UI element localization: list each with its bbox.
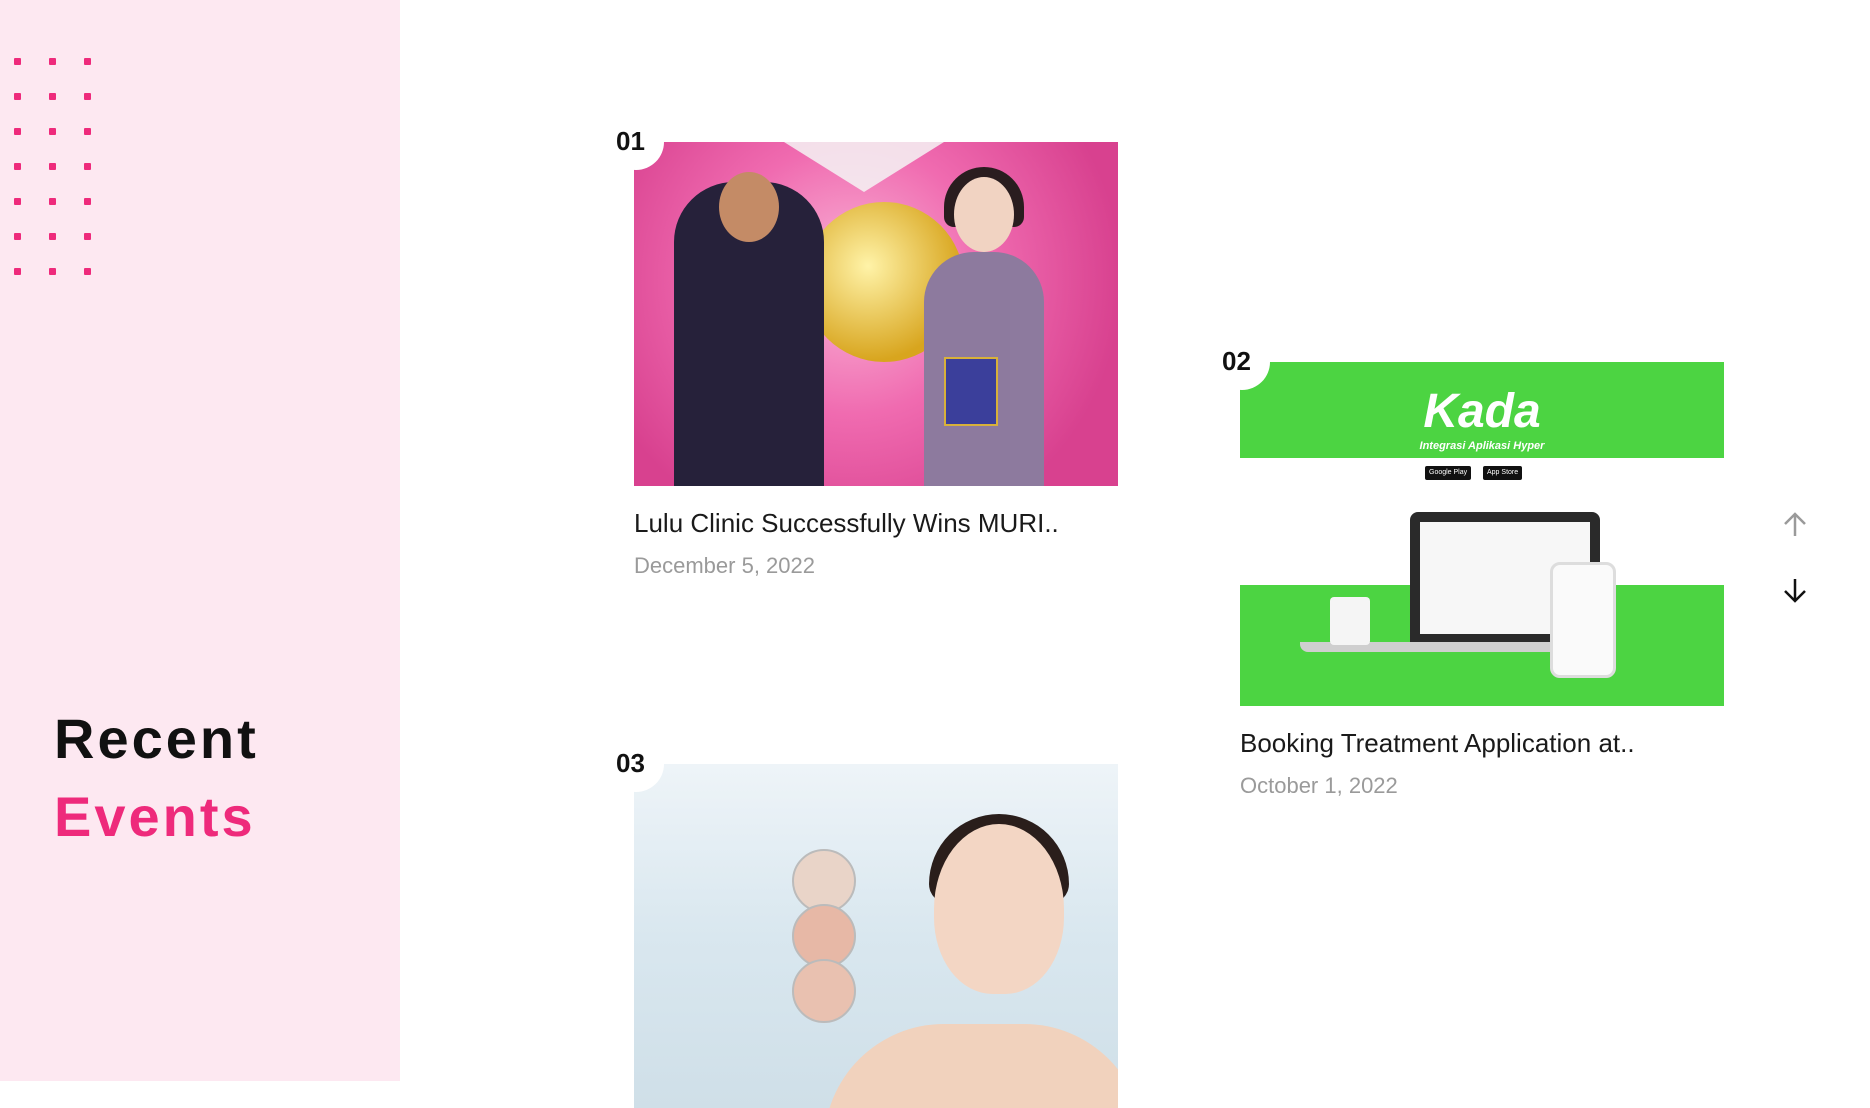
- app-store-badge: App Store: [1483, 466, 1523, 480]
- event-title[interactable]: Lulu Clinic Successfully Wins MURI..: [634, 508, 1118, 539]
- decorative-dot-grid: [14, 58, 91, 275]
- kada-logo: Kada: [1423, 385, 1541, 438]
- event-card-3[interactable]: 03: [608, 736, 1118, 1108]
- event-number: 02: [1214, 334, 1270, 390]
- heading-line-events: Events: [54, 785, 256, 848]
- arrow-up-icon[interactable]: [1780, 510, 1810, 540]
- event-title[interactable]: Booking Treatment Application at..: [1240, 728, 1724, 759]
- event-number: 01: [608, 114, 664, 170]
- event-image-kada-app[interactable]: Kada Integrasi Aplikasi Hyper Google Pla…: [1240, 362, 1724, 706]
- heading-line-recent: Recent: [54, 707, 259, 770]
- event-number: 03: [608, 736, 664, 792]
- event-card-1[interactable]: 01 Lulu Clinic Successfully Wins MURI.. …: [608, 114, 1118, 579]
- event-image-award-ceremony[interactable]: [634, 142, 1118, 486]
- event-date: December 5, 2022: [634, 553, 815, 578]
- event-date: October 1, 2022: [1240, 773, 1398, 798]
- event-image-acne-skin[interactable]: [634, 764, 1118, 1108]
- arrow-down-icon[interactable]: [1780, 575, 1810, 605]
- sidebar-panel: Recent Events: [0, 0, 400, 1081]
- kada-tagline: Integrasi Aplikasi Hyper: [1419, 440, 1545, 452]
- google-play-badge: Google Play: [1425, 466, 1472, 480]
- event-card-2[interactable]: 02 Kada Integrasi Aplikasi Hyper Google …: [1214, 334, 1724, 799]
- section-heading: Recent Events: [54, 700, 259, 856]
